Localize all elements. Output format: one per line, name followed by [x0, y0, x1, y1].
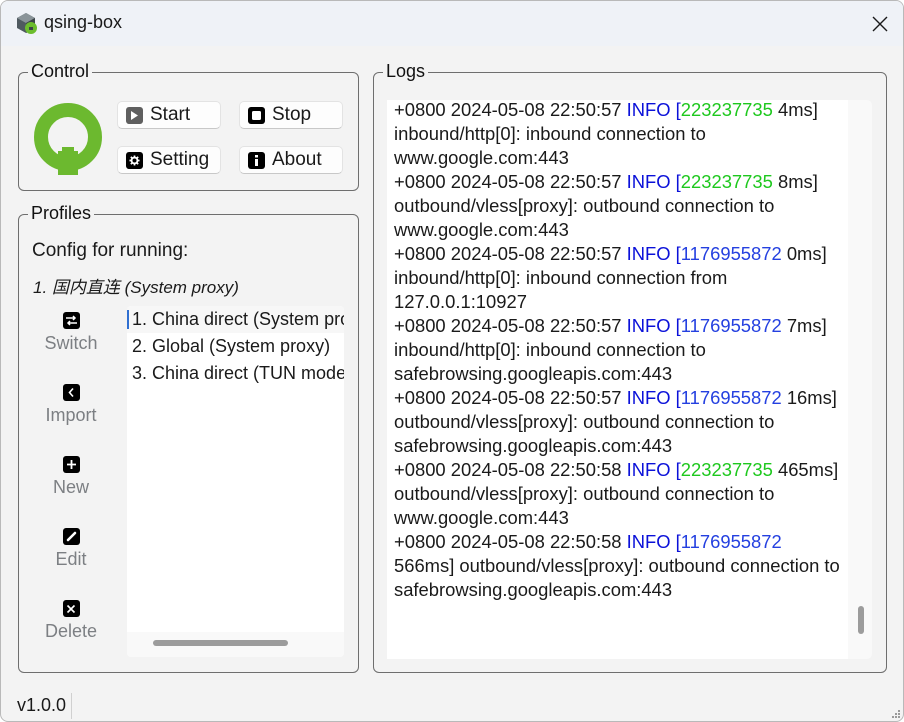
edit-button[interactable]: Edit: [19, 528, 123, 570]
current-config: 1. 国内直连 (System proxy): [33, 278, 239, 297]
new-label: New: [52, 477, 89, 497]
profile-list[interactable]: 1. China direct (System proxy) 2. Global…: [127, 306, 344, 657]
log-level: INFO [: [626, 100, 681, 120]
switch-label: Switch: [44, 333, 98, 353]
log-connection-id: 1176955872: [680, 243, 782, 264]
logs-group-title: Logs: [383, 60, 429, 82]
log-timestamp: +0800 2024-05-08 22:50:57: [394, 100, 627, 120]
log-timestamp: +0800 2024-05-08 22:50:58: [394, 531, 627, 552]
horizontal-scrollbar-thumb[interactable]: [153, 640, 288, 646]
gear-icon: [126, 151, 143, 169]
log-view[interactable]: +0800 2024-05-08 22:50:57 INFO [22323773…: [387, 100, 872, 659]
log-connection-id: 223237735: [680, 100, 773, 120]
log-message: 566ms] outbound/vless[proxy]: outbound c…: [394, 555, 840, 600]
play-icon: [126, 106, 143, 124]
switch-icon: [62, 312, 80, 329]
about-label: About: [272, 149, 322, 170]
log-timestamp: +0800 2024-05-08 22:50:57: [394, 315, 627, 336]
import-button[interactable]: Import: [19, 384, 123, 426]
about-button[interactable]: About: [239, 146, 343, 174]
version-label: v1.0.0: [17, 695, 67, 715]
control-group-title: Control: [28, 60, 93, 82]
delete-label: Delete: [44, 621, 98, 641]
close-button[interactable]: [857, 1, 903, 46]
status-logo-icon: [34, 103, 102, 175]
log-level: INFO [: [626, 171, 681, 192]
setting-button[interactable]: Setting: [117, 146, 221, 174]
title-bar: qsing-box: [1, 1, 903, 46]
import-icon: [62, 384, 80, 401]
log-connection-id: 1176955872: [680, 315, 782, 336]
new-button[interactable]: New: [19, 456, 123, 498]
horizontal-scrollbar[interactable]: [127, 632, 344, 657]
profiles-group-title: Profiles: [28, 202, 95, 224]
window-title: qsing-box: [44, 12, 123, 32]
log-level: INFO [: [626, 387, 681, 408]
log-entry: +0800 2024-05-08 22:50:58 INFO [11769558…: [394, 530, 844, 602]
switch-button[interactable]: Switch: [19, 312, 123, 354]
delete-button[interactable]: Delete: [19, 600, 123, 642]
log-entry: +0800 2024-05-08 22:50:57 INFO [11769558…: [394, 314, 844, 386]
stop-button[interactable]: Stop: [239, 101, 343, 129]
log-connection-id: 223237735: [680, 171, 773, 192]
profile-list-item[interactable]: 1. China direct (System proxy): [127, 306, 344, 333]
config-label: Config for running:: [32, 240, 189, 261]
log-connection-id: 1176955872: [680, 387, 782, 408]
resize-grip-icon[interactable]: [890, 708, 900, 718]
stop-label: Stop: [272, 104, 312, 125]
log-timestamp: +0800 2024-05-08 22:50:57: [394, 387, 627, 408]
log-level: INFO [: [626, 243, 681, 264]
logs-group: Logs +0800 2024-05-08 22:50:57 INFO [223…: [373, 60, 887, 673]
info-icon: [248, 151, 265, 169]
new-icon: [62, 456, 80, 473]
close-icon: [872, 16, 888, 31]
log-timestamp: +0800 2024-05-08 22:50:57: [394, 243, 627, 264]
log-connection-id: 223237735: [680, 459, 773, 480]
start-button[interactable]: Start: [117, 101, 221, 129]
log-entry: +0800 2024-05-08 22:50:57 INFO [22323773…: [394, 170, 844, 242]
control-group: Control Start Stop Setting About: [18, 60, 359, 191]
log-level: INFO [: [626, 315, 681, 336]
log-level: INFO [: [626, 459, 681, 480]
log-entry: +0800 2024-05-08 22:50:57 INFO [22323773…: [394, 100, 844, 170]
edit-icon: [62, 528, 80, 545]
delete-icon: [62, 600, 80, 617]
log-level: INFO [: [626, 531, 681, 552]
log-text: +0800 2024-05-08 22:50:57 INFO [22323773…: [394, 100, 844, 602]
vertical-scrollbar-thumb[interactable]: [858, 606, 864, 634]
profile-list-item[interactable]: 3. China direct (TUN mode): [127, 360, 344, 387]
app-icon: [17, 13, 37, 34]
start-label: Start: [150, 104, 191, 125]
log-connection-id: 1176955872: [680, 531, 782, 552]
log-entry: +0800 2024-05-08 22:50:58 INFO [22323773…: [394, 458, 844, 530]
log-entry: +0800 2024-05-08 22:50:57 INFO [11769558…: [394, 242, 844, 314]
import-label: Import: [45, 405, 97, 425]
log-timestamp: +0800 2024-05-08 22:50:57: [394, 171, 627, 192]
stop-icon: [248, 106, 265, 124]
app-window: qsing-box Control Start Stop Setting Abo…: [0, 0, 904, 722]
status-separator: [71, 693, 72, 719]
profile-list-item[interactable]: 2. Global (System proxy): [127, 333, 344, 360]
setting-label: Setting: [150, 149, 210, 170]
log-timestamp: +0800 2024-05-08 22:50:58: [394, 459, 627, 480]
edit-label: Edit: [55, 549, 87, 569]
log-entry: +0800 2024-05-08 22:50:57 INFO [11769558…: [394, 386, 844, 458]
profiles-group: Profiles Config for running: 1. 国内直连 (Sy…: [18, 202, 359, 673]
